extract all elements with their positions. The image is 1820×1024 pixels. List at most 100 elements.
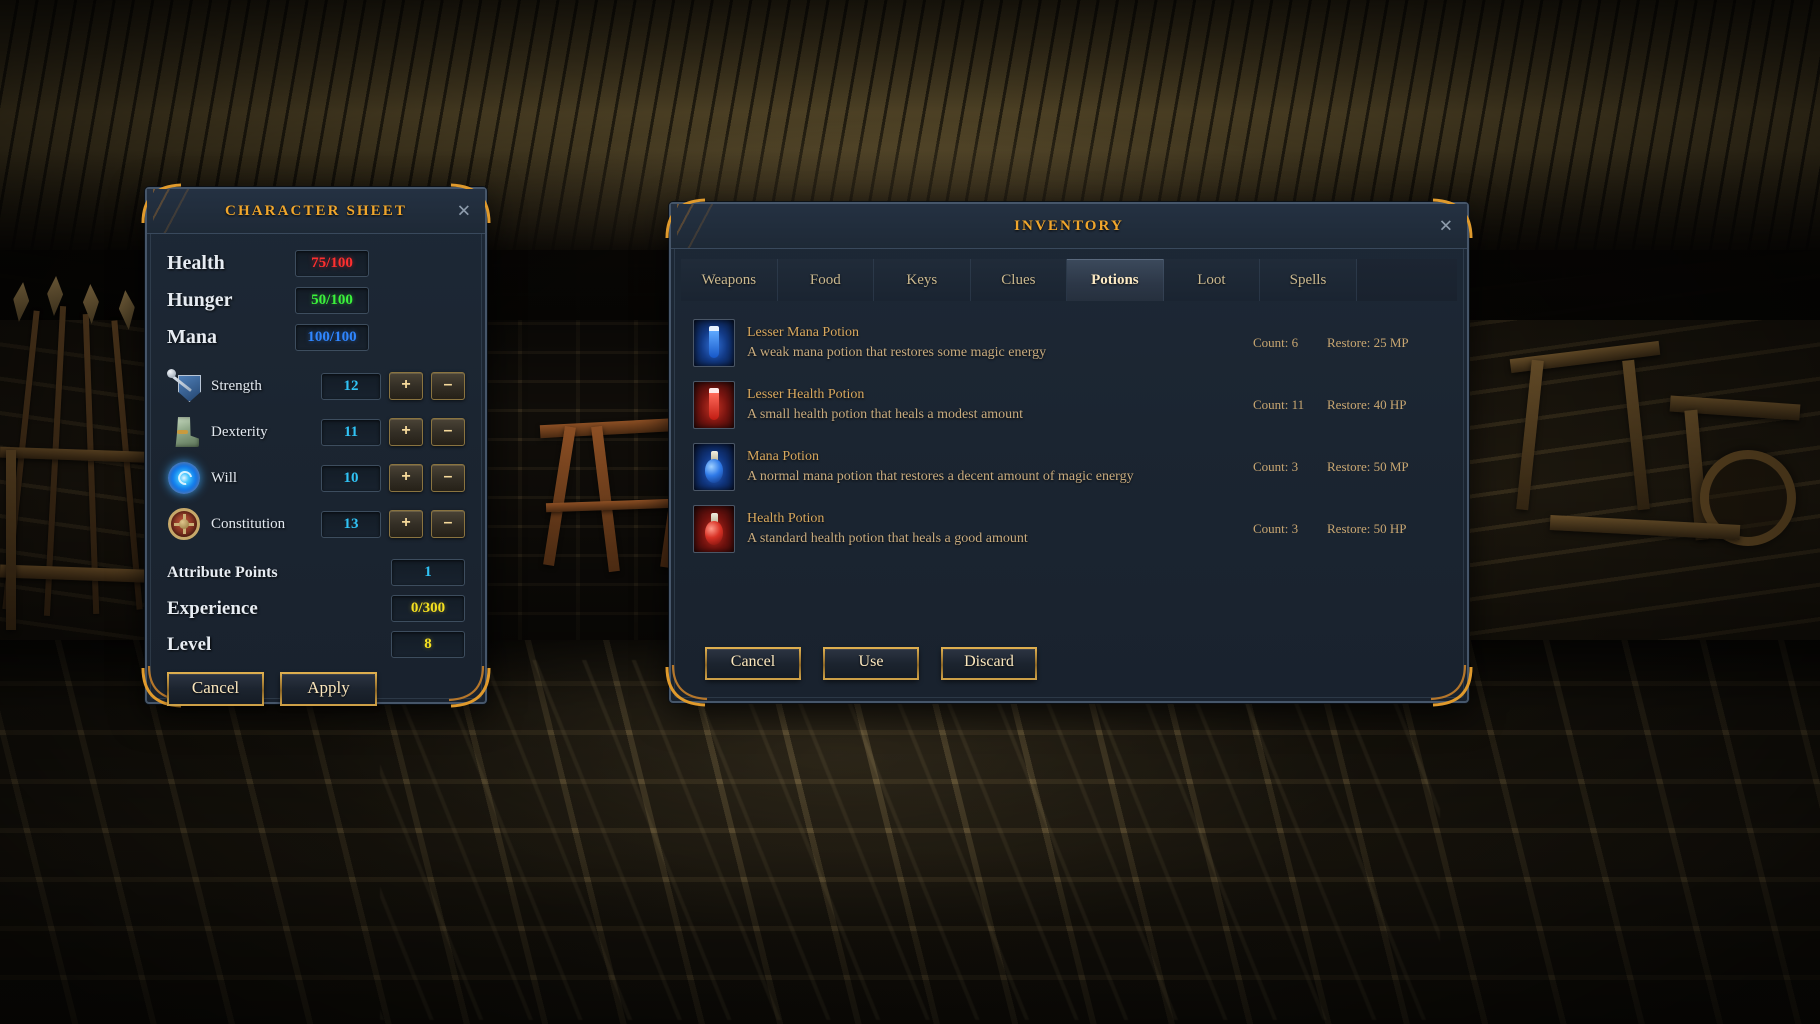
stat-row-level: Level 8	[167, 631, 465, 658]
item-text-block: Mana Potion A normal mana potion that re…	[747, 449, 1253, 485]
dexterity-increase-button[interactable]: +	[389, 418, 423, 446]
vital-row-health: Health 75/100	[167, 250, 465, 277]
item-count: Count: 6	[1253, 335, 1299, 350]
close-icon[interactable]: ✕	[1439, 218, 1453, 235]
strength-decrease-button[interactable]: –	[431, 372, 465, 400]
cancel-button[interactable]: Cancel	[705, 647, 801, 680]
character-sheet-button-row: Cancel Apply	[167, 672, 465, 710]
vital-value-health: 75/100	[295, 250, 369, 277]
item-description: A normal mana potion that restores a dec…	[747, 469, 1134, 484]
inventory-item-list: Lesser Mana Potion A weak mana potion th…	[671, 303, 1467, 647]
item-text-block: Lesser Mana Potion A weak mana potion th…	[747, 325, 1253, 361]
vital-label-mana: Mana	[167, 326, 217, 348]
item-text-block: Lesser Health Potion A small health poti…	[747, 387, 1253, 423]
tab-loot[interactable]: Loot	[1163, 259, 1261, 301]
character-sheet-body: Health 75/100 Hunger 50/100 Mana 100/100…	[147, 234, 485, 710]
buckler-icon	[167, 507, 201, 541]
item-text-block: Health Potion A standard health potion t…	[747, 511, 1253, 547]
inventory-button-row: Cancel Use Discard	[671, 647, 1467, 702]
character-sheet-panel: CHARACTER SHEET ✕ Health 75/100 Hunger 5…	[141, 183, 491, 708]
attribute-value-constitution: 13	[321, 510, 381, 538]
item-count: Count: 3	[1253, 521, 1299, 536]
item-name: Health Potion	[747, 511, 825, 526]
vital-row-hunger: Hunger 50/100	[167, 287, 465, 314]
item-description: A standard health potion that heals a go…	[747, 531, 1028, 546]
tab-bar-filler	[1356, 259, 1458, 301]
health-potion-icon	[693, 505, 735, 553]
apply-button[interactable]: Apply	[280, 672, 377, 706]
attribute-value-dexterity: 11	[321, 418, 381, 446]
lesser-mana-potion-icon	[693, 319, 735, 367]
tab-potions[interactable]: Potions	[1067, 259, 1164, 301]
item-count: Count: 3	[1253, 459, 1299, 474]
list-item[interactable]: Lesser Health Potion A small health poti…	[689, 381, 1449, 429]
item-restore: Restore: 40 HP	[1327, 397, 1407, 412]
mana-potion-icon	[693, 443, 735, 491]
boot-icon	[167, 415, 201, 449]
attribute-label-will: Will	[211, 469, 238, 486]
attribute-value-will: 10	[321, 464, 381, 492]
vital-label-health: Health	[167, 252, 225, 274]
attribute-label-strength: Strength	[211, 377, 262, 394]
item-name: Mana Potion	[747, 449, 819, 464]
use-button[interactable]: Use	[823, 647, 919, 680]
inventory-tab-bar: Weapons Food Keys Clues Potions Loot Spe…	[671, 249, 1467, 303]
shield-sword-icon	[167, 369, 201, 403]
attribute-label-dexterity: Dexterity	[211, 423, 268, 440]
will-increase-button[interactable]: +	[389, 464, 423, 492]
stat-label-experience: Experience	[167, 597, 258, 619]
item-description: A weak mana potion that restores some ma…	[747, 345, 1047, 360]
close-icon[interactable]: ✕	[457, 203, 471, 220]
constitution-increase-button[interactable]: +	[389, 510, 423, 538]
stat-label-attribute-points: Attribute Points	[167, 563, 278, 581]
item-restore: Restore: 50 HP	[1327, 521, 1407, 536]
workshop-props-right	[1490, 330, 1820, 660]
tab-spells[interactable]: Spells	[1260, 259, 1357, 301]
attribute-row-dexterity: Dexterity 11 + –	[167, 413, 465, 451]
inventory-body: Weapons Food Keys Clues Potions Loot Spe…	[671, 249, 1467, 702]
item-restore: Restore: 25 MP	[1327, 335, 1409, 350]
magic-orb-icon	[167, 461, 201, 495]
list-item[interactable]: Lesser Mana Potion A weak mana potion th…	[689, 319, 1449, 367]
inventory-panel: INVENTORY ✕ Weapons Food Keys Clues Poti…	[665, 198, 1473, 707]
list-item[interactable]: Mana Potion A normal mana potion that re…	[689, 443, 1449, 491]
strength-increase-button[interactable]: +	[389, 372, 423, 400]
character-sheet-titlebar: CHARACTER SHEET ✕	[147, 189, 485, 234]
item-restore: Restore: 50 MP	[1327, 459, 1409, 474]
item-name: Lesser Health Potion	[747, 387, 865, 402]
tab-food[interactable]: Food	[777, 259, 875, 301]
titlebar-swoosh-decoration	[677, 204, 807, 248]
vital-value-mana: 100/100	[295, 324, 369, 351]
stat-value-level: 8	[391, 631, 465, 658]
will-decrease-button[interactable]: –	[431, 464, 465, 492]
tab-clues[interactable]: Clues	[970, 259, 1068, 301]
lesser-health-potion-icon	[693, 381, 735, 429]
tab-weapons[interactable]: Weapons	[681, 259, 778, 301]
item-description: A small health potion that heals a modes…	[747, 407, 1024, 422]
vital-row-mana: Mana 100/100	[167, 324, 465, 351]
attribute-value-strength: 12	[321, 372, 381, 400]
stat-row-experience: Experience 0/300	[167, 595, 465, 622]
tab-keys[interactable]: Keys	[874, 259, 971, 301]
attribute-label-constitution: Constitution	[211, 515, 286, 532]
attribute-row-will: Will 10 + –	[167, 459, 465, 497]
attribute-row-strength: Strength 12 + –	[167, 367, 465, 405]
stat-label-level: Level	[167, 633, 212, 655]
stat-value-attribute-points: 1	[391, 559, 465, 586]
floor-light-streaks	[380, 660, 1440, 1020]
inventory-titlebar: INVENTORY ✕	[671, 204, 1467, 249]
stat-value-experience: 0/300	[391, 595, 465, 622]
cancel-button[interactable]: Cancel	[167, 672, 264, 706]
item-name: Lesser Mana Potion	[747, 325, 859, 340]
vital-label-hunger: Hunger	[167, 289, 233, 311]
inventory-title: INVENTORY	[1014, 217, 1124, 234]
titlebar-swoosh-decoration	[153, 189, 283, 233]
constitution-decrease-button[interactable]: –	[431, 510, 465, 538]
list-item[interactable]: Health Potion A standard health potion t…	[689, 505, 1449, 553]
discard-button[interactable]: Discard	[941, 647, 1037, 680]
item-count: Count: 11	[1253, 397, 1305, 412]
dexterity-decrease-button[interactable]: –	[431, 418, 465, 446]
attribute-row-constitution: Constitution 13 + –	[167, 505, 465, 543]
stat-row-attribute-points: Attribute Points 1	[167, 559, 465, 586]
vital-value-hunger: 50/100	[295, 287, 369, 314]
